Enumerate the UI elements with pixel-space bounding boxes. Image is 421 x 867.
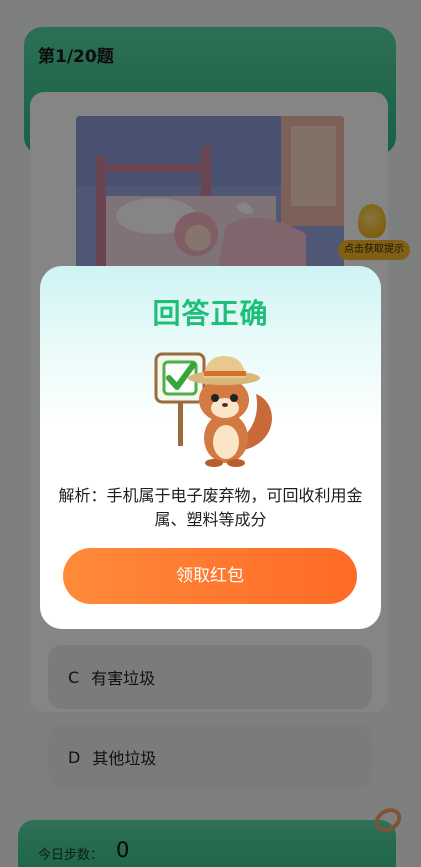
squirrel-mascot-icon <box>154 352 272 467</box>
modal-title: 回答正确 <box>152 297 269 330</box>
answer-explanation: 解析：手机属于电子废弃物，可回收利用金属、塑料等成分 <box>58 486 363 529</box>
correct-answer-modal: 回答正确 解析：手机属于电子废弃物，可回收利用金属、塑料等成分 领取红包 <box>40 266 381 629</box>
claim-red-packet-button[interactable]: 领取红包 <box>63 548 357 604</box>
